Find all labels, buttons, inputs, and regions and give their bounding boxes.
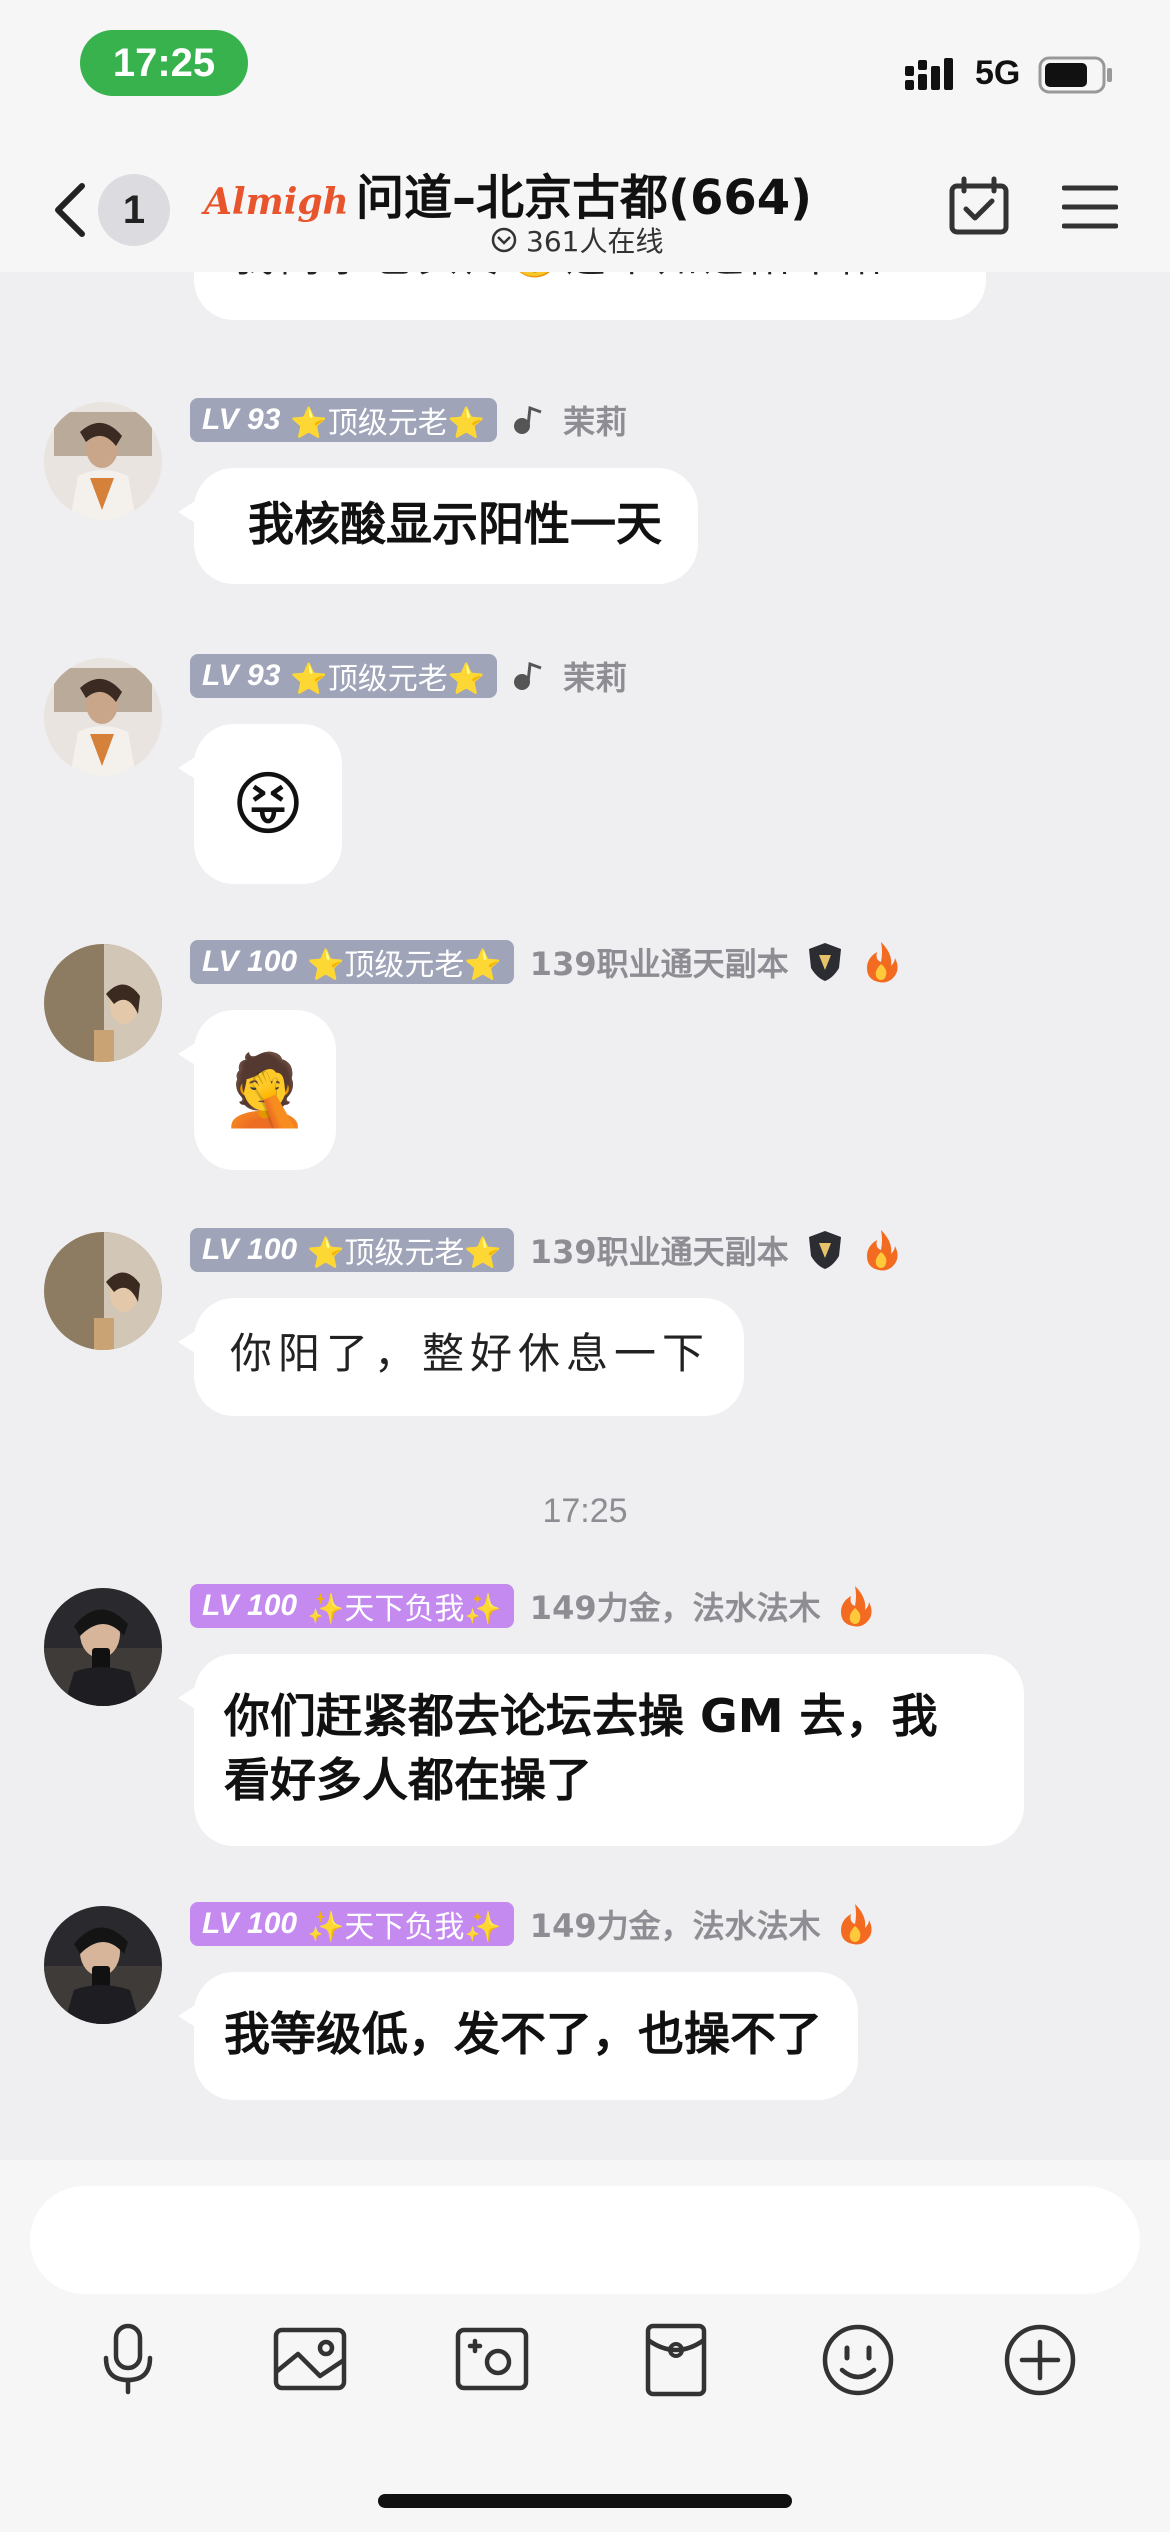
sender-meta: LV 93 ⭐顶级元老⭐ 茉莉: [190, 396, 627, 444]
status-time: 17:25: [80, 30, 248, 96]
sender-name[interactable]: 139职业通天副本: [530, 939, 789, 985]
shield-badge-icon: [808, 1231, 841, 1269]
image-icon[interactable]: [270, 2320, 350, 2400]
avatar[interactable]: [44, 658, 162, 776]
sender-meta: LV 100 ✨天下负我✨ 149力金，法水法木: [190, 1582, 875, 1630]
emoji-bubble[interactable]: 🤦: [178, 1010, 336, 1170]
avatar-image: [44, 944, 162, 1062]
sender-meta: LV 100 ✨天下负我✨ 149力金，法水法木: [190, 1900, 875, 1948]
emoji-bubble[interactable]: 😝: [178, 724, 342, 884]
level-badge: LV 100 ⭐顶级元老⭐: [190, 1228, 514, 1272]
avatar[interactable]: [44, 944, 162, 1062]
red-packet-icon[interactable]: [636, 2320, 716, 2400]
unread-count-badge[interactable]: 1: [98, 174, 170, 246]
sender-name[interactable]: 茉莉: [563, 653, 627, 699]
back-icon[interactable]: [50, 180, 90, 240]
avatar-image: [44, 402, 162, 520]
group-logo: Almighty: [201, 181, 348, 223]
emoji: 🤦: [221, 1049, 309, 1131]
avatar-image: [44, 1588, 162, 1706]
svg-text:Almighty: Almighty: [201, 181, 348, 223]
network-label: 5G: [975, 54, 1021, 92]
chat-header: 1 Almighty 问道–北京古都(664) 361人在线: [0, 140, 1170, 272]
avatar-image: [44, 1906, 162, 2024]
fire-icon: [840, 1904, 872, 1945]
music-note-icon: [514, 405, 542, 434]
sender-name[interactable]: 茉莉: [563, 397, 627, 443]
message-text: 我同事也头疼😵这个知道阳不阳: [234, 272, 888, 290]
avatar[interactable]: [44, 1906, 162, 2024]
menu-icon[interactable]: [1062, 182, 1118, 232]
online-count: 361人在线: [526, 225, 664, 258]
message-bubble[interactable]: 我核酸显示阳性一天: [178, 468, 698, 584]
message-text: 你阳了，整好休息一下: [230, 1329, 711, 1378]
time-divider: 17:25: [542, 1492, 628, 1530]
group-title[interactable]: 问道–北京古都(664): [356, 158, 812, 228]
signal-icon: [905, 58, 953, 90]
level-badge: LV 100 ✨天下负我✨: [190, 1902, 514, 1946]
emoji-icon[interactable]: [818, 2320, 898, 2400]
avatar-image: [44, 1232, 162, 1350]
music-note-icon: [514, 661, 542, 690]
message-text: 我核酸显示阳性一天: [248, 497, 662, 551]
message-input[interactable]: [30, 2186, 1140, 2294]
online-status[interactable]: 361人在线: [490, 220, 663, 260]
sender-meta: LV 93 ⭐顶级元老⭐ 茉莉: [190, 652, 627, 700]
message-text-line: 你们赶紧都去论坛去操 GM 去，我: [224, 1689, 938, 1743]
avatar-image: [44, 658, 162, 776]
chevron-down-icon: [491, 227, 517, 253]
fire-icon: [866, 942, 898, 983]
avatar[interactable]: [44, 402, 162, 520]
input-panel: [0, 2160, 1170, 2532]
message-bubble[interactable]: 我同事也头疼😵这个知道阳不阳: [194, 272, 986, 320]
level-badge: LV 93 ⭐顶级元老⭐: [190, 654, 498, 698]
sender-name[interactable]: 149力金，法水法木: [530, 1901, 821, 1947]
plus-icon[interactable]: [1000, 2320, 1080, 2400]
avatar[interactable]: [44, 1588, 162, 1706]
message-bubble[interactable]: 我等级低，发不了，也操不了: [178, 1972, 858, 2100]
level-badge: LV 100 ⭐顶级元老⭐: [190, 940, 514, 984]
calendar-check-icon[interactable]: [948, 176, 1010, 238]
sender-meta: LV 100 ⭐顶级元老⭐ 139职业通天副本: [190, 1226, 901, 1274]
message-bubble[interactable]: 你们赶紧都去论坛去操 GM 去，我 看好多人都在操了: [178, 1654, 1024, 1846]
level-badge: LV 93 ⭐顶级元老⭐: [190, 398, 498, 442]
message-list[interactable]: 我同事也头疼😵这个知道阳不阳 LV 93⭐顶级元老⭐ 茉莉 我核酸显: [0, 272, 1170, 2160]
message-text: 我等级低，发不了，也操不了: [224, 2007, 822, 2061]
level-badge: LV 100 ✨天下负我✨: [190, 1584, 514, 1628]
fire-icon: [866, 1230, 898, 1271]
camera-icon[interactable]: [452, 2320, 532, 2400]
message-text-line: 看好多人都在操了: [224, 1753, 592, 1807]
sender-meta: LV 100 ⭐顶级元老⭐ 139职业通天副本: [190, 938, 901, 986]
microphone-icon[interactable]: [88, 2320, 168, 2400]
sender-name[interactable]: 149力金，法水法木: [530, 1583, 821, 1629]
status-bar: 17:25 5G: [0, 0, 1170, 140]
sender-name[interactable]: 139职业通天副本: [530, 1227, 789, 1273]
battery-icon: [1038, 56, 1112, 94]
home-indicator[interactable]: [378, 2494, 792, 2508]
message-bubble[interactable]: 你阳了，整好休息一下: [177, 1298, 745, 1416]
fire-icon: [840, 1586, 872, 1627]
shield-badge-icon: [808, 943, 841, 981]
avatar[interactable]: [44, 1232, 162, 1350]
emoji: 😝: [231, 763, 305, 845]
